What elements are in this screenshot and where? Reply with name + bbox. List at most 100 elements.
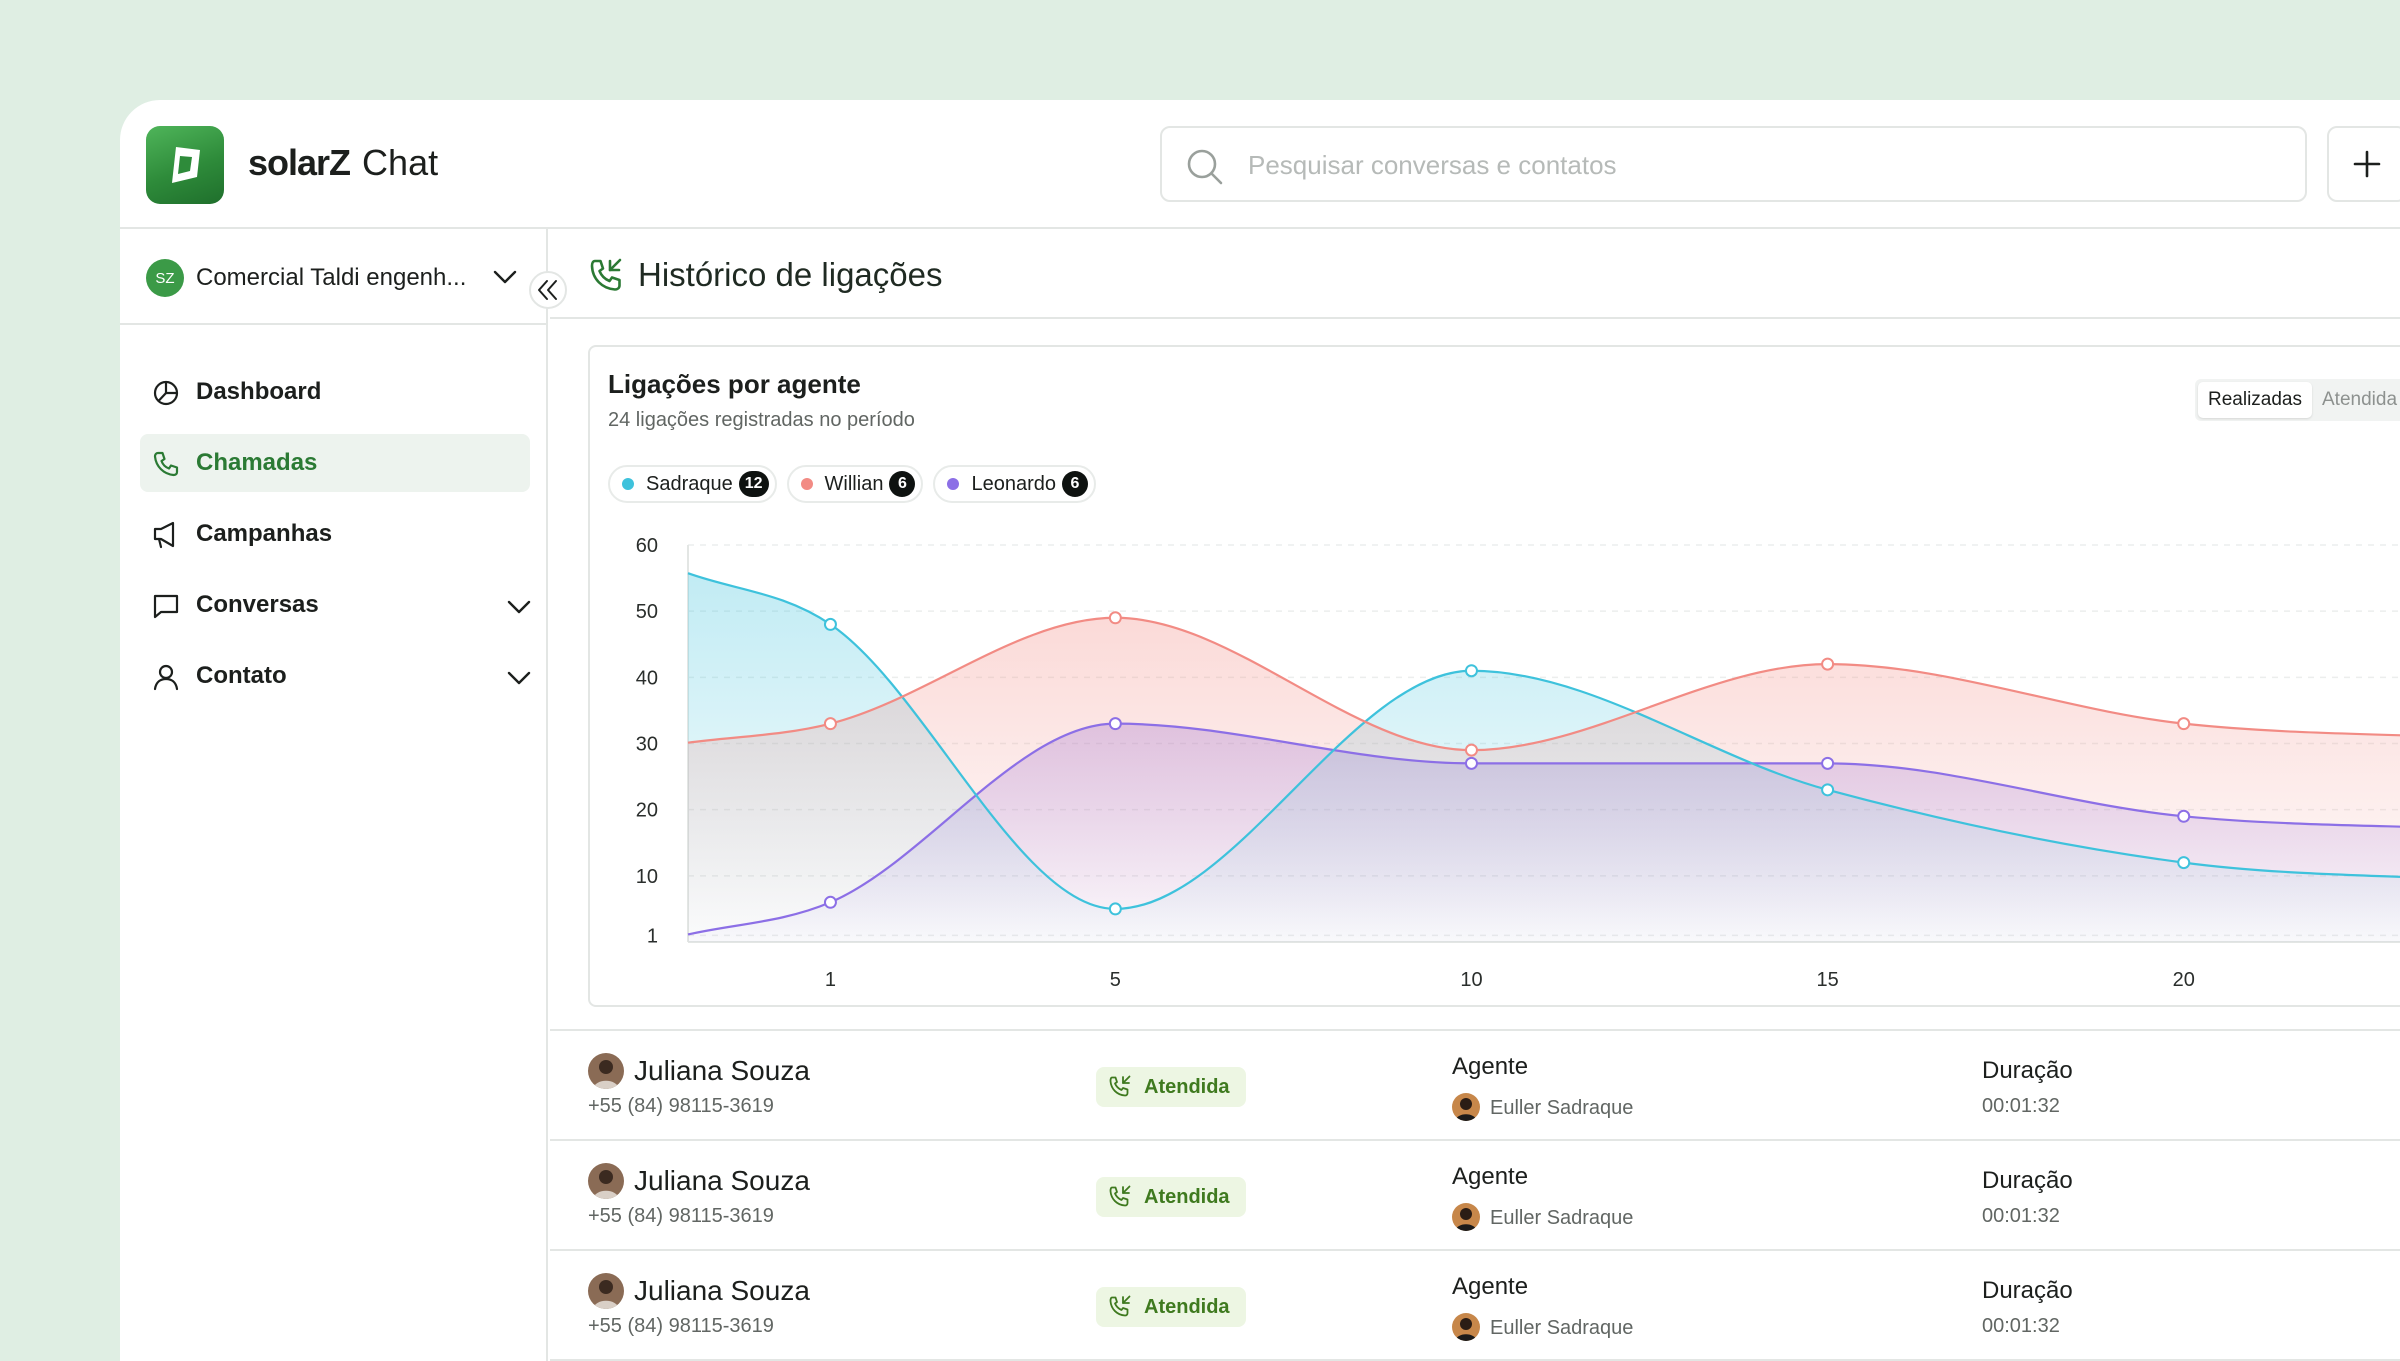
sidebar-item-label: Contato bbox=[196, 662, 287, 689]
contact-avatar bbox=[588, 1163, 624, 1199]
data-point-leonardo bbox=[1464, 756, 1478, 770]
contact-name: Juliana Souza bbox=[634, 1275, 810, 1306]
phone-icon bbox=[153, 451, 179, 477]
agent-label: Agente bbox=[1452, 1273, 1529, 1300]
legend-count: 6 bbox=[889, 471, 916, 497]
y-tick-label: 40 bbox=[636, 667, 658, 689]
phone-incoming-icon bbox=[1109, 1185, 1131, 1207]
contact-name: Juliana Souza bbox=[634, 1055, 810, 1086]
chevron-down-icon[interactable] bbox=[506, 598, 532, 616]
app-logo[interactable] bbox=[146, 126, 224, 204]
sidebar-item-label: Chamadas bbox=[196, 449, 318, 476]
data-point-willian bbox=[1108, 611, 1122, 625]
sidebar-item-label: Conversas bbox=[196, 591, 319, 618]
sidebar-item-campanhas[interactable]: Campanhas bbox=[140, 505, 530, 563]
chevron-down-icon bbox=[493, 270, 517, 284]
legend-item-sadraque[interactable]: Sadraque 12 bbox=[608, 465, 777, 503]
user-icon bbox=[153, 664, 179, 691]
legend-count: 12 bbox=[738, 471, 769, 497]
contact-avatar bbox=[588, 1273, 624, 1309]
status-badge: Atendida bbox=[1096, 1177, 1246, 1217]
sidebar-item-label: Dashboard bbox=[196, 378, 322, 405]
call-row[interactable]: Juliana Souza +55 (84) 98115-3619 Atendi… bbox=[550, 1251, 2400, 1361]
brand: solarZ Chat bbox=[248, 142, 438, 184]
agent-avatar bbox=[1452, 1093, 1480, 1121]
y-tick-label: 1 bbox=[647, 925, 658, 947]
pie-chart-icon bbox=[153, 380, 179, 406]
contact-name: Juliana Souza bbox=[634, 1165, 810, 1196]
status-label: Atendida bbox=[1144, 1295, 1230, 1318]
agent-name: Euller Sadraque bbox=[1490, 1207, 1634, 1229]
toggle-realizadas[interactable]: Realizadas bbox=[2198, 382, 2312, 418]
agent-avatar bbox=[1452, 1203, 1480, 1231]
status-label: Atendida bbox=[1144, 1185, 1230, 1208]
chart-title: Ligações por agente bbox=[608, 369, 861, 399]
legend-dot bbox=[947, 478, 960, 490]
chat-bubble-icon bbox=[153, 594, 179, 619]
legend-name: Leonardo bbox=[971, 472, 1056, 495]
search-box[interactable] bbox=[1160, 126, 2307, 202]
agent-name: Euller Sadraque bbox=[1490, 1097, 1634, 1119]
contact-avatar bbox=[588, 1053, 624, 1089]
duration-label: Duração bbox=[1982, 1167, 2073, 1194]
sidebar-item-contato[interactable]: Contato bbox=[140, 647, 532, 705]
contact-phone: +55 (84) 98115-3619 bbox=[588, 1315, 774, 1337]
account-switcher[interactable]: SZ Comercial Taldi engenh... bbox=[120, 229, 546, 325]
sidebar-nav: Dashboard Chamadas Campanhas Conversas C… bbox=[140, 363, 532, 718]
x-tick-label: 5 bbox=[1110, 969, 1121, 991]
data-point-sadraque bbox=[2177, 856, 2191, 870]
legend-item-leonardo[interactable]: Leonardo 6 bbox=[933, 465, 1096, 503]
y-tick-label: 10 bbox=[636, 866, 658, 888]
x-tick-label: 20 bbox=[2173, 969, 2195, 991]
sidebar-item-chamadas[interactable]: Chamadas bbox=[140, 434, 530, 492]
duration-label: Duração bbox=[1982, 1277, 2073, 1304]
collapse-sidebar-button[interactable] bbox=[529, 271, 567, 309]
x-tick-label: 15 bbox=[1816, 969, 1838, 991]
data-point-leonardo bbox=[2177, 809, 2191, 823]
chart-subtitle: 24 ligações registradas no período bbox=[608, 409, 915, 431]
toggle-atendida[interactable]: Atendida bbox=[2312, 382, 2400, 418]
call-row[interactable]: Juliana Souza +55 (84) 98115-3619 Atendi… bbox=[550, 1031, 2400, 1141]
brand-suffix: Chat bbox=[362, 142, 439, 183]
agent-label: Agente bbox=[1452, 1053, 1529, 1080]
legend-name: Sadraque bbox=[646, 472, 733, 495]
call-row[interactable]: Juliana Souza +55 (84) 98115-3619 Atendi… bbox=[550, 1141, 2400, 1251]
legend-name: Willian bbox=[824, 472, 884, 495]
logo-icon bbox=[172, 147, 200, 183]
legend-item-willian[interactable]: Willian 6 bbox=[786, 465, 924, 503]
status-badge: Atendida bbox=[1096, 1287, 1246, 1327]
x-tick-label: 10 bbox=[1460, 969, 1482, 991]
sidebar-item-conversas[interactable]: Conversas bbox=[140, 576, 532, 634]
double-chevron-left-icon bbox=[538, 280, 557, 300]
legend-count: 6 bbox=[1061, 471, 1088, 497]
data-point-sadraque bbox=[1108, 902, 1122, 916]
duration-value: 00:01:32 bbox=[1982, 1315, 2060, 1337]
data-point-willian bbox=[1821, 657, 1835, 671]
chart-card: Ligações por agente 24 ligações registra… bbox=[588, 345, 2400, 1007]
page-title: Histórico de ligações bbox=[638, 256, 943, 293]
contact-phone: +55 (84) 98115-3619 bbox=[588, 1205, 774, 1227]
sidebar-item-dashboard[interactable]: Dashboard bbox=[140, 363, 530, 421]
app-window: solarZ Chat SZ Comercial Taldi engenh... bbox=[120, 100, 2400, 1361]
y-tick-label: 60 bbox=[636, 535, 658, 557]
top-bar: solarZ Chat bbox=[120, 100, 2400, 229]
sidebar-item-label: Campanhas bbox=[196, 520, 333, 547]
search-input[interactable] bbox=[1248, 142, 2248, 188]
data-point-sadraque bbox=[1821, 783, 1835, 797]
y-tick-label: 50 bbox=[636, 601, 658, 623]
legend-dot bbox=[800, 478, 813, 490]
chevron-down-icon[interactable] bbox=[506, 669, 532, 687]
contact-phone: +55 (84) 98115-3619 bbox=[588, 1095, 774, 1117]
chart-legend: Sadraque 12 Willian 6 Leonardo 6 bbox=[608, 465, 1096, 503]
legend-dot bbox=[622, 478, 634, 490]
megaphone-icon bbox=[153, 521, 175, 549]
data-point-willian bbox=[823, 717, 837, 731]
plus-icon bbox=[2353, 150, 2381, 178]
series-area-willian bbox=[688, 617, 2400, 942]
phone-incoming-icon bbox=[590, 258, 622, 291]
data-point-sadraque bbox=[1464, 664, 1478, 678]
add-button[interactable] bbox=[2327, 126, 2400, 202]
duration-value: 00:01:32 bbox=[1982, 1095, 2060, 1117]
brand-name: solarZ bbox=[248, 142, 351, 183]
account-avatar: SZ bbox=[146, 259, 184, 297]
